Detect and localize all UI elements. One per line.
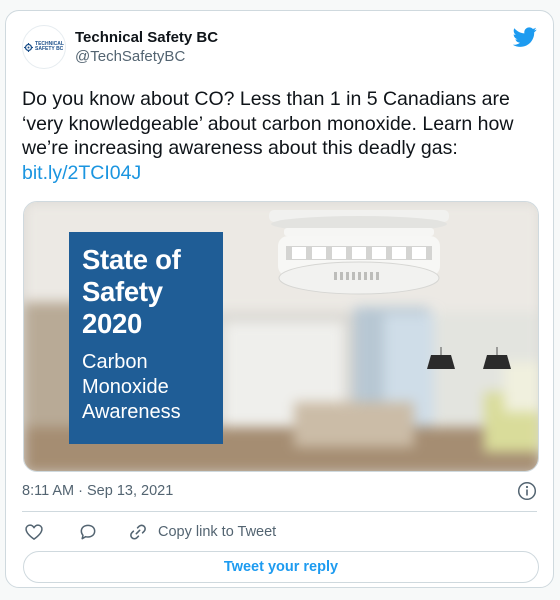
tweet-card: TECHNICAL SAFETY BC Technical Safety BC …: [5, 10, 554, 588]
link-icon: [130, 524, 146, 540]
tweet-text: Do you know about CO? Less than 1 in 5 C…: [22, 87, 542, 185]
tweet-header: TECHNICAL SAFETY BC Technical Safety BC …: [22, 25, 537, 69]
divider: [22, 511, 537, 512]
overlay-title-line-3: 2020: [82, 308, 142, 339]
tweet-media-image[interactable]: State of Safety 2020 Carbon Monoxide Awa…: [23, 201, 539, 472]
author-handle[interactable]: @TechSafetyBC: [75, 47, 218, 67]
heart-icon: [25, 524, 43, 540]
tweet-your-reply-button[interactable]: Tweet your reply: [23, 551, 539, 583]
tweet-text-line-3: we’re increasing awareness about this de…: [22, 137, 458, 159]
overlay-title-line-1: State of: [82, 244, 181, 275]
overlay-title: State of Safety 2020: [82, 244, 210, 340]
twitter-bird-icon[interactable]: [513, 25, 537, 49]
timestamp-row: 8:11 AM · Sep 13, 2021: [22, 481, 537, 501]
overlay-subtitle: Carbon Monoxide Awareness: [82, 350, 210, 425]
copy-link-button[interactable]: Copy link to Tweet: [128, 521, 276, 543]
technical-safety-bc-logo: TECHNICAL SAFETY BC: [24, 42, 64, 52]
action-bar: Copy link to Tweet: [22, 521, 537, 543]
like-button[interactable]: [24, 521, 44, 543]
state-of-safety-panel: State of Safety 2020 Carbon Monoxide Awa…: [69, 232, 223, 444]
logo-wordmark: TECHNICAL SAFETY BC: [35, 42, 64, 52]
reply-button[interactable]: [78, 521, 98, 543]
tweet-text-line-2: ‘very knowledgeable’ about carbon monoxi…: [22, 112, 514, 135]
ceiling-lamps: [427, 347, 511, 369]
overlay-subtitle-line-3: Awareness: [82, 401, 181, 423]
avatar[interactable]: TECHNICAL SAFETY BC: [22, 25, 66, 69]
author-block[interactable]: Technical Safety BC @TechSafetyBC: [75, 29, 218, 67]
overlay-title-line-2: Safety: [82, 276, 163, 307]
tweet-text-line-1: Do you know about CO? Less than 1 in 5 C…: [22, 88, 510, 110]
overlay-subtitle-line-1: Carbon: [82, 351, 148, 373]
tweet-link[interactable]: bit.ly/2TCI04J: [22, 161, 542, 186]
tweet-timestamp[interactable]: 8:11 AM · Sep 13, 2021: [22, 483, 173, 499]
logo-text-line-2: SAFETY BC: [35, 46, 64, 52]
info-icon[interactable]: [517, 481, 537, 501]
author-name[interactable]: Technical Safety BC: [75, 29, 218, 47]
speech-bubble-icon: [80, 524, 96, 540]
overlay-subtitle-line-2: Monoxide: [82, 376, 169, 398]
gear-icon: [24, 42, 34, 52]
smoke-detector-icon: [269, 210, 449, 295]
copy-link-label: Copy link to Tweet: [158, 524, 277, 540]
